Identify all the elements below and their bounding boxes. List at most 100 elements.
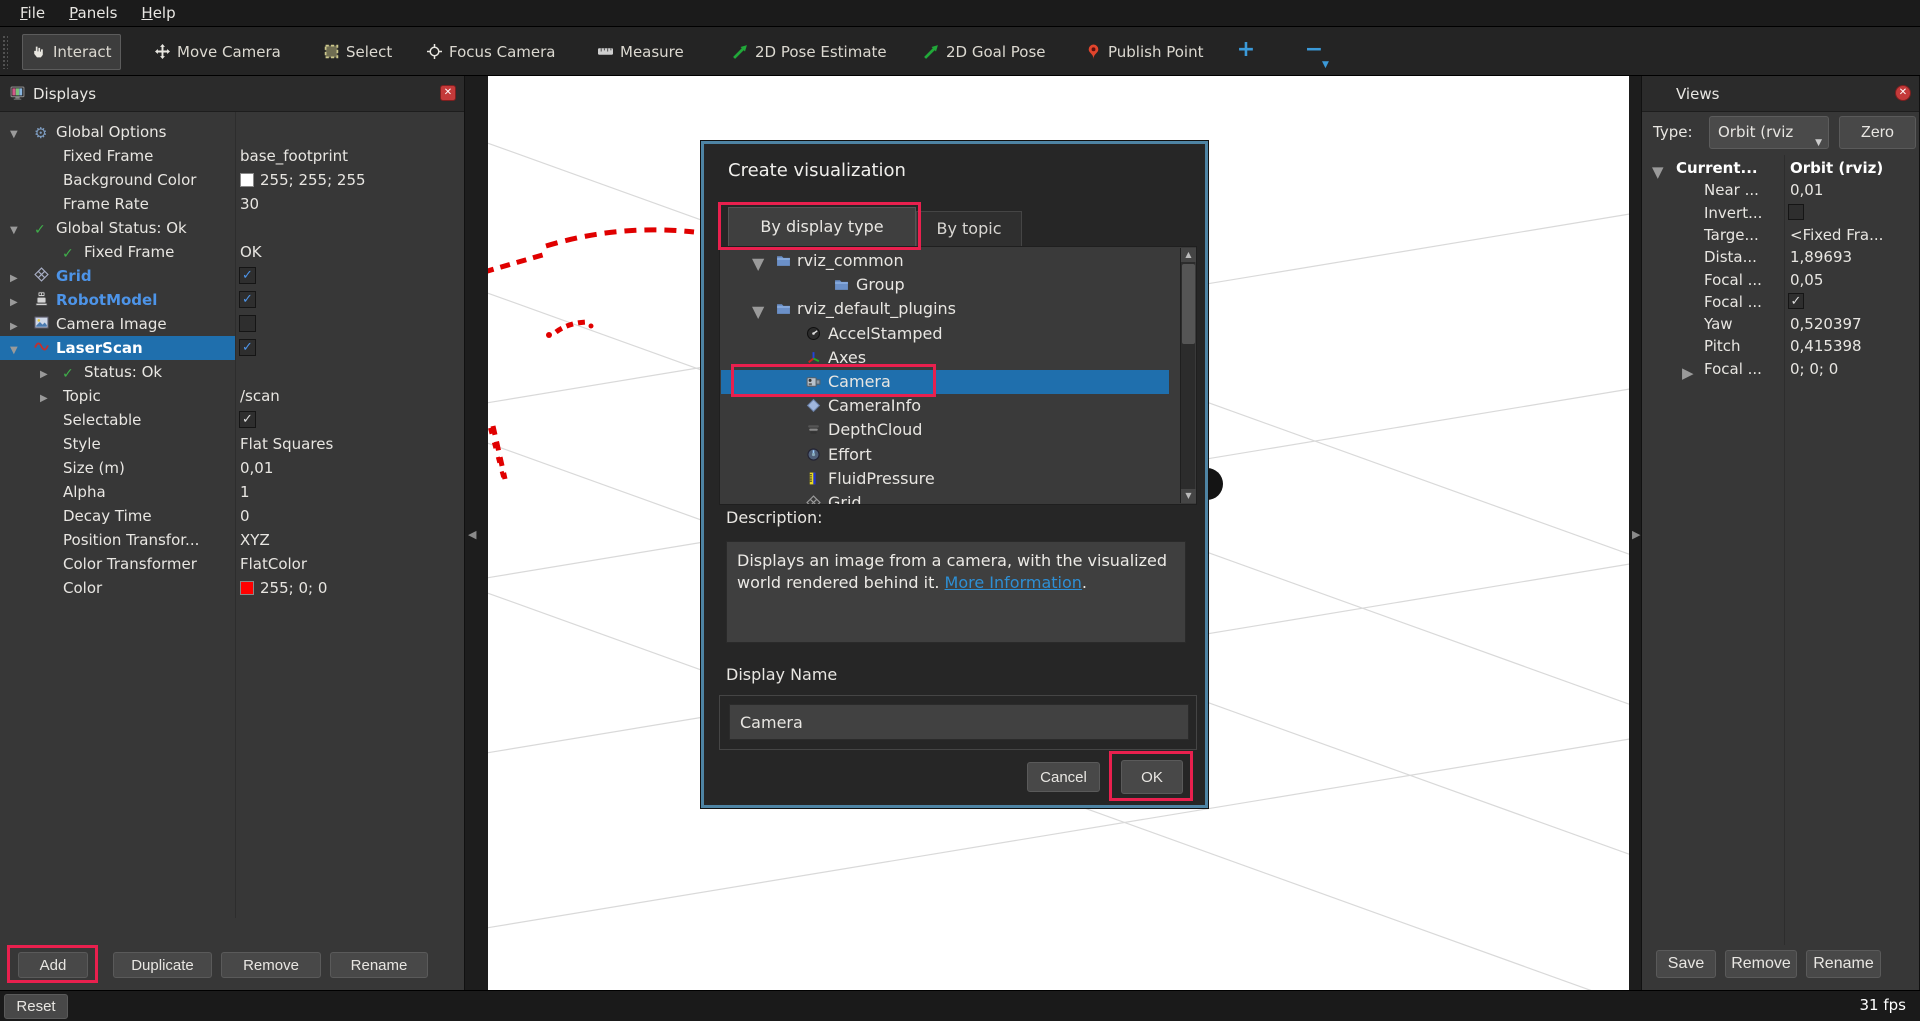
plugin-row-depthcloud[interactable]: DepthCloud <box>721 418 1169 442</box>
plugin-row-camera[interactable]: Camera <box>721 370 1169 394</box>
ok-button[interactable]: OK <box>1121 760 1183 794</box>
rename-button[interactable]: Rename <box>330 952 428 978</box>
display-row-color-transformer[interactable]: Color TransformerFlatColor <box>0 552 464 576</box>
expander-icon[interactable]: ▶ <box>10 317 18 337</box>
plugin-row-rviz_common[interactable]: ▼rviz_common <box>721 249 1169 273</box>
display-row-robotmodel[interactable]: ▶RobotModel✓ <box>0 288 464 312</box>
display-row-size-m-[interactable]: Size (m)0,01 <box>0 456 464 480</box>
view-row-yaw[interactable]: Yaw0,520397 <box>1642 313 1919 335</box>
display-row-position-transfor-[interactable]: Position Transfor...XYZ <box>0 528 464 552</box>
zero-button[interactable]: Zero <box>1839 116 1916 149</box>
display-row-global-status-ok[interactable]: ▼✓Global Status: Ok <box>0 216 464 240</box>
tab-by-topic[interactable]: By topic <box>916 211 1022 246</box>
menu-file[interactable]: File <box>10 2 55 24</box>
display-row-laserscan[interactable]: ▼LaserScan✓ <box>0 336 464 360</box>
expander-icon[interactable]: ▼ <box>10 125 18 145</box>
close-icon[interactable]: ✕ <box>1895 85 1911 101</box>
display-row-alpha[interactable]: Alpha1 <box>0 480 464 504</box>
view-row-targe-[interactable]: Targe...<Fixed Fra... <box>1642 224 1919 246</box>
view-row-pitch[interactable]: Pitch0,415398 <box>1642 335 1919 357</box>
expander-icon[interactable]: ▼ <box>752 302 764 322</box>
view-row-dista-[interactable]: Dista...1,89693 <box>1642 246 1919 268</box>
expander-icon[interactable]: ▼ <box>10 341 18 361</box>
scroll-thumb[interactable] <box>1182 264 1195 344</box>
plugin-row-effort[interactable]: Effort <box>721 443 1169 467</box>
duplicate-button[interactable]: Duplicate <box>113 952 212 978</box>
tool-2d-goal-pose[interactable]: 2D Goal Pose <box>916 34 1054 70</box>
plugin-row-rviz_default_plugins[interactable]: ▼rviz_default_plugins <box>721 297 1169 321</box>
tool-move-camera[interactable]: Move Camera <box>147 34 289 70</box>
views-rename-button[interactable]: Rename <box>1806 950 1881 978</box>
display-row-fixed-frame[interactable]: Fixed Framebase_footprint <box>0 144 464 168</box>
views-save-button[interactable]: Save <box>1656 950 1716 978</box>
collapse-left-icon[interactable]: ◀ <box>468 528 476 541</box>
checkbox[interactable]: ✓ <box>239 291 256 308</box>
view-type-dropdown[interactable]: Orbit (rviz ▼ <box>1709 116 1829 149</box>
close-icon[interactable]: ✕ <box>440 85 456 101</box>
display-row-color[interactable]: Color255; 0; 0 <box>0 576 464 600</box>
view-row-focal-[interactable]: ▶Focal ...0; 0; 0 <box>1642 358 1919 380</box>
right-splitter[interactable]: ▶ <box>1629 76 1641 990</box>
tool-measure[interactable]: Measure <box>590 34 692 70</box>
display-row-selectable[interactable]: Selectable✓ <box>0 408 464 432</box>
display-row-fixed-frame[interactable]: ✓Fixed FrameOK <box>0 240 464 264</box>
display-row-grid[interactable]: ▶Grid✓ <box>0 264 464 288</box>
expander-icon[interactable]: ▶ <box>10 269 18 289</box>
view-row-focal-[interactable]: Focal ...0,05 <box>1642 269 1919 291</box>
display-row-status-ok[interactable]: ▶✓Status: Ok <box>0 360 464 384</box>
expander-icon[interactable]: ▼ <box>10 221 18 241</box>
remove-tool-button[interactable]: − <box>1300 37 1328 62</box>
more-information-link[interactable]: More Information <box>945 573 1082 592</box>
display-row-style[interactable]: StyleFlat Squares <box>0 432 464 456</box>
remove-button[interactable]: Remove <box>221 952 321 978</box>
checkbox[interactable]: ✓ <box>239 267 256 284</box>
scroll-down-icon[interactable]: ▼ <box>1181 489 1196 503</box>
toolbar-drag-handle[interactable] <box>2 35 8 69</box>
checkbox[interactable] <box>1788 204 1804 220</box>
plugin-row-axes[interactable]: Axes <box>721 346 1169 370</box>
display-row-decay-time[interactable]: Decay Time0 <box>0 504 464 528</box>
views-remove-button[interactable]: Remove <box>1725 950 1797 978</box>
tool-focus-camera[interactable]: Focus Camera <box>419 34 563 70</box>
tool-2d-pose-estimate[interactable]: 2D Pose Estimate <box>725 34 895 70</box>
expander-icon[interactable]: ▶ <box>40 365 48 385</box>
display-row-topic[interactable]: ▶Topic/scan <box>0 384 464 408</box>
view-row-focal-[interactable]: Focal ...✓ <box>1642 291 1919 313</box>
checkbox[interactable]: ✓ <box>239 339 256 356</box>
plugin-row-fluidpressure[interactable]: FluidPressure <box>721 467 1169 491</box>
display-row-camera-image[interactable]: ▶Camera Image <box>0 312 464 336</box>
checkbox[interactable] <box>239 315 256 332</box>
view-row-current-[interactable]: ▼Current...Orbit (rviz) <box>1642 157 1919 179</box>
menu-help[interactable]: Help <box>131 2 185 24</box>
collapse-right-icon[interactable]: ▶ <box>1632 528 1640 541</box>
plugin-row-group[interactable]: Group <box>721 273 1169 297</box>
tool-interact[interactable]: Interact <box>22 34 121 70</box>
checkbox[interactable]: ✓ <box>239 411 256 428</box>
plugin-row-grid[interactable]: Grid <box>721 491 1169 505</box>
expander-icon[interactable]: ▼ <box>752 254 764 274</box>
display-name-input[interactable] <box>729 704 1189 740</box>
add-tool-button[interactable]: + <box>1232 37 1260 62</box>
tool-select[interactable]: Select <box>316 34 400 70</box>
menu-panels[interactable]: Panels <box>59 2 127 24</box>
scroll-up-icon[interactable]: ▲ <box>1181 248 1196 262</box>
expander-icon[interactable]: ▶ <box>40 389 48 409</box>
checkbox[interactable]: ✓ <box>1788 293 1804 309</box>
view-row-invert-[interactable]: Invert... <box>1642 202 1919 224</box>
plugin-label: CameraInfo <box>828 396 921 416</box>
display-row-frame-rate[interactable]: Frame Rate30 <box>0 192 464 216</box>
left-splitter[interactable]: ◀ <box>465 76 488 990</box>
plugin-row-camerainfo[interactable]: CameraInfo <box>721 394 1169 418</box>
view-row-near-[interactable]: Near ...0,01 <box>1642 179 1919 201</box>
scrollbar[interactable]: ▲ ▼ <box>1180 248 1195 503</box>
add-button[interactable]: Add <box>18 952 88 978</box>
expander-icon[interactable]: ▶ <box>1682 363 1694 383</box>
expander-icon[interactable]: ▶ <box>10 293 18 313</box>
tab-by-display-type[interactable]: By display type <box>728 207 916 246</box>
cancel-button[interactable]: Cancel <box>1027 762 1100 792</box>
display-row-global-options[interactable]: ▼⚙Global Options <box>0 120 464 144</box>
reset-button[interactable]: Reset <box>4 994 68 1019</box>
tool-publish-point[interactable]: Publish Point <box>1078 34 1211 70</box>
plugin-row-accelstamped[interactable]: AccelStamped <box>721 322 1169 346</box>
display-row-background-color[interactable]: Background Color255; 255; 255 <box>0 168 464 192</box>
